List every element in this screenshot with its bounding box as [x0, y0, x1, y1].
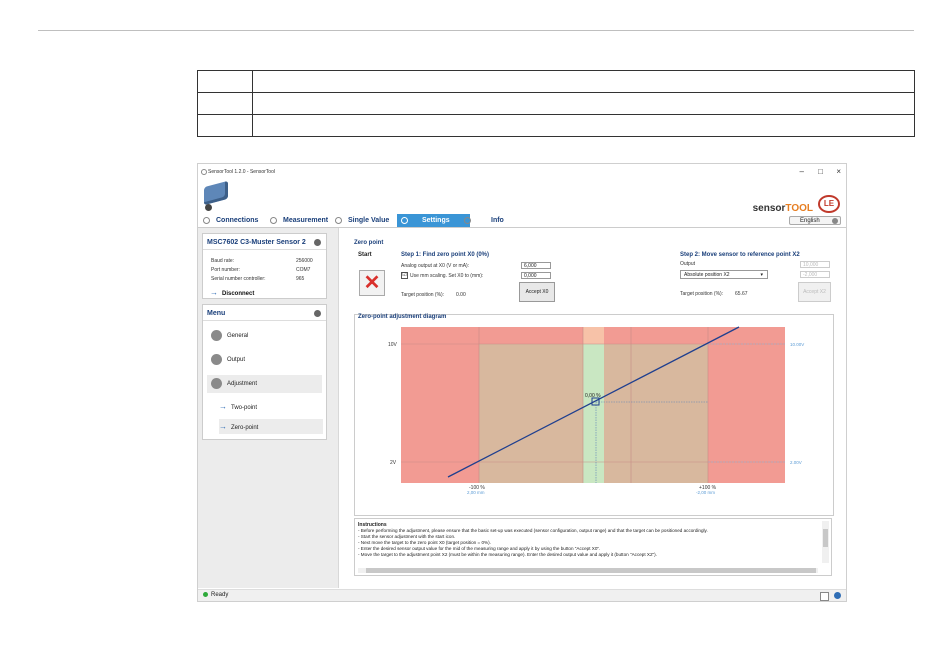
menu-title: Menu [203, 305, 326, 321]
step2-target-label: Target position (%): [680, 291, 724, 297]
app-icon [201, 169, 207, 175]
cable-icon [205, 204, 212, 211]
diagram-svg: 10V 2V 10.00V 2.00V 0,00 % -100 % 2,00 m… [388, 326, 804, 495]
table-row [197, 114, 915, 137]
step1-target-value: 0.00 [456, 292, 466, 298]
vertical-scrollbar[interactable] [822, 521, 829, 563]
tab-info[interactable]: Info [464, 214, 504, 227]
disconnect-button[interactable]: → Disconnect [210, 288, 254, 297]
baud-rate-row: Baud rate: 256000 [211, 258, 313, 264]
sensortool-window: SensorTool 1.2.0 - SensorTool – □ × sens… [197, 163, 847, 602]
table-row [197, 70, 915, 93]
window-title: SensorTool 1.2.0 - SensorTool [208, 169, 275, 175]
document-table [197, 70, 915, 137]
step2-title: Step 2: Move sensor to reference point X… [680, 252, 800, 258]
analog-output-input[interactable]: 6,000 [521, 262, 551, 269]
page-rule [38, 30, 914, 31]
right-label-bottom: 2.00V [790, 460, 802, 465]
zero-point-label: 0,00 % [585, 393, 601, 399]
adjustment-diagram: Zero-point adjustment diagram 10V 2V 10.… [354, 314, 834, 516]
status-bar: Ready [198, 589, 846, 601]
app-header: sensorTOOL LE [198, 178, 846, 214]
gear-icon [401, 216, 408, 224]
analog-output-label: Analog output at X0 (V or mA): [401, 263, 470, 269]
menu-item-general[interactable]: General [207, 327, 322, 345]
instruction-line: - Move the target to the adjustment poin… [358, 552, 657, 557]
target-icon [211, 377, 222, 389]
scroll-thumb[interactable] [823, 529, 828, 547]
mm-value-input[interactable]: -2,000 [800, 271, 830, 278]
step1-target-label: Target position (%): [401, 292, 445, 298]
info-icon[interactable] [834, 592, 841, 599]
value-icon [335, 216, 342, 224]
menu-subitem-two-point[interactable]: → Two-point [219, 399, 323, 414]
zero-point-page: Zero point Start ✕ Step 1: Find zero poi… [345, 234, 839, 586]
horizontal-scrollbar[interactable] [358, 568, 818, 573]
minimize-button[interactable]: – [800, 167, 804, 176]
menu-item-output[interactable]: Output [207, 351, 322, 369]
sensor-panel: MSC7602 C3-Muster Sensor 2 Baud rate: 256… [202, 233, 327, 299]
serial-number-row: Serial number controller: 965 [211, 276, 305, 282]
y-tick-top: 10V [388, 342, 398, 348]
menu-item-adjustment[interactable]: Adjustment [207, 375, 322, 393]
table-row [197, 92, 915, 115]
x-label-right-mm: -2,00 mm [696, 490, 715, 495]
tab-connections[interactable]: Connections [203, 214, 258, 227]
dropdown-arrow-icon: ▾ [760, 272, 763, 278]
accept-x2-button[interactable]: Accept X2 [798, 282, 831, 302]
language-select[interactable]: English [789, 216, 841, 225]
company-logo: LE [818, 195, 840, 213]
chart-icon [270, 216, 277, 224]
home-icon [211, 329, 222, 341]
step1-title: Step 1: Find zero point X0 (0%) [401, 252, 490, 258]
document-icon[interactable] [820, 592, 829, 601]
position-select[interactable]: Absolute position X2 ▾ [680, 270, 768, 279]
menu-subitem-zero-point[interactable]: → Zero-point [219, 419, 323, 434]
right-label-top: 10.00V [790, 342, 804, 347]
wave-icon [211, 353, 222, 365]
section-title: Zero point [354, 240, 384, 246]
start-button[interactable]: ✕ [359, 270, 385, 296]
brand-wordmark: sensorTOOL [752, 203, 813, 214]
y-tick-bottom: 2V [390, 460, 397, 466]
sensor-device-icon [204, 180, 228, 206]
collapse-icon[interactable] [314, 239, 321, 246]
chevron-down-icon [832, 218, 838, 224]
scroll-thumb[interactable] [366, 568, 816, 573]
mm-scaling-input[interactable]: 0,000 [521, 272, 551, 279]
output-value-input[interactable]: 10,000 [800, 261, 830, 268]
output-label: Output [680, 261, 696, 267]
accept-x0-button[interactable]: Accept X0 [519, 282, 555, 302]
tab-measurement[interactable]: Measurement [270, 214, 328, 227]
close-button[interactable]: × [836, 167, 841, 176]
port-number-row: Port number: COM7 [211, 267, 311, 273]
arrow-right-icon: → [210, 288, 218, 297]
instructions-box: Instructions - Before performing the adj… [354, 518, 832, 576]
tab-settings[interactable]: Settings [397, 214, 470, 227]
status-text: Ready [211, 592, 229, 598]
info-icon [464, 216, 471, 224]
arrow-right-icon: → [219, 402, 227, 411]
title-bar: SensorTool 1.2.0 - SensorTool – □ × [198, 164, 846, 178]
arrow-right-icon: → [219, 422, 227, 431]
x-label-left-mm: 2,00 mm [467, 490, 485, 495]
tab-single-value[interactable]: Single Value [335, 214, 389, 227]
maximize-button[interactable]: □ [818, 167, 823, 176]
plug-icon [203, 216, 210, 224]
mm-scaling-checkbox[interactable]: ☑ [401, 272, 408, 279]
status-ok-icon [203, 591, 208, 597]
collapse-icon[interactable] [314, 310, 321, 317]
menu-panel: Menu General Output Adjustment → Two-poin… [202, 304, 327, 440]
sensor-title: MSC7602 C3-Muster Sensor 2 [203, 234, 326, 250]
tab-bar: Connections Measurement Single Value Set… [198, 214, 846, 228]
left-sidebar: MSC7602 C3-Muster Sensor 2 Baud rate: 256… [198, 228, 339, 588]
mm-scaling-label: ☑ Use mm scaling. Set X0 to (mm): [401, 272, 484, 279]
step2-target-value: 65.67 [735, 291, 748, 297]
start-label: Start [358, 252, 372, 258]
